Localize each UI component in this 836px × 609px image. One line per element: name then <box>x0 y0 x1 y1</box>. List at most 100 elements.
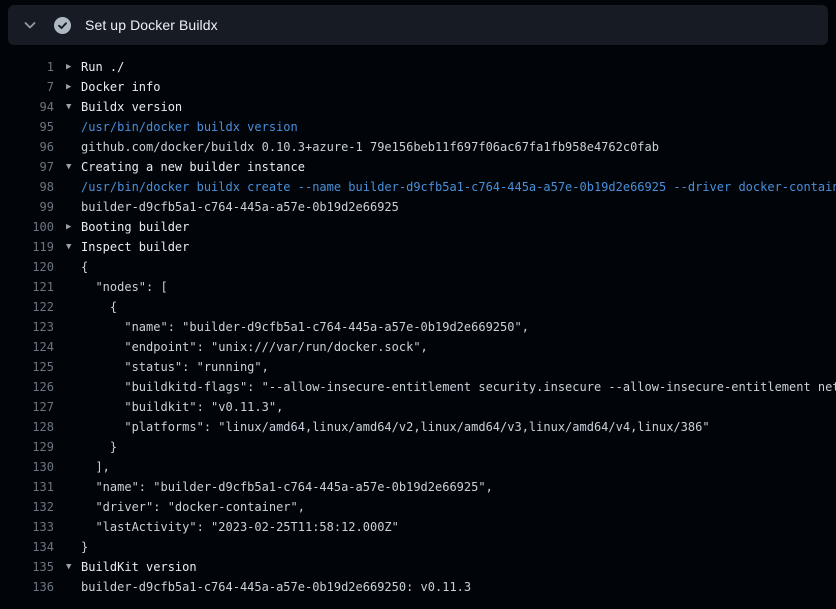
step-title: Set up Docker Buildx <box>85 17 218 33</box>
group-title[interactable]: Inspect builder <box>81 237 189 257</box>
gutter-spacer <box>54 437 81 457</box>
log-line: 128 "platforms": "linux/amd64,linux/amd6… <box>0 417 836 437</box>
output-text: } <box>81 537 88 557</box>
log-line[interactable]: 97▼Creating a new builder instance <box>0 157 836 177</box>
line-number[interactable]: 131 <box>0 477 54 497</box>
line-number[interactable]: 128 <box>0 417 54 437</box>
output-text: "status": "running", <box>81 357 269 377</box>
line-number[interactable]: 124 <box>0 337 54 357</box>
line-number[interactable]: 7 <box>0 77 54 97</box>
gutter-spacer <box>54 277 81 297</box>
line-number[interactable]: 99 <box>0 197 54 217</box>
log-line: 132 "driver": "docker-container", <box>0 497 836 517</box>
output-text: "platforms": "linux/amd64,linux/amd64/v2… <box>81 417 710 437</box>
log-container: 1▶Run ./7▶Docker info94▼Buildx version95… <box>0 45 836 597</box>
group-title[interactable]: Creating a new builder instance <box>81 157 305 177</box>
line-number[interactable]: 121 <box>0 277 54 297</box>
line-number[interactable]: 130 <box>0 457 54 477</box>
group-expanded-icon[interactable]: ▼ <box>54 557 81 577</box>
output-text: { <box>81 297 117 317</box>
log-line: 123 "name": "builder-d9cfb5a1-c764-445a-… <box>0 317 836 337</box>
line-number[interactable]: 1 <box>0 57 54 77</box>
log-line: 127 "buildkit": "v0.11.3", <box>0 397 836 417</box>
gutter-spacer <box>54 317 81 337</box>
output-text: "nodes": [ <box>81 277 168 297</box>
log-line: 99 builder-d9cfb5a1-c764-445a-a57e-0b19d2… <box>0 197 836 217</box>
output-text: builder-d9cfb5a1-c764-445a-a57e-0b19d2e6… <box>81 577 471 597</box>
group-title[interactable]: BuildKit version <box>81 557 197 577</box>
line-number[interactable]: 122 <box>0 297 54 317</box>
log-line[interactable]: 7▶Docker info <box>0 77 836 97</box>
line-number[interactable]: 125 <box>0 357 54 377</box>
line-number[interactable]: 97 <box>0 157 54 177</box>
log-line: 125 "status": "running", <box>0 357 836 377</box>
gutter-spacer <box>54 477 81 497</box>
line-number[interactable]: 100 <box>0 217 54 237</box>
group-expanded-icon[interactable]: ▼ <box>54 157 81 177</box>
group-title[interactable]: Docker info <box>81 77 160 97</box>
output-text: ], <box>81 457 110 477</box>
gutter-spacer <box>54 537 81 557</box>
gutter-spacer <box>54 197 81 217</box>
log-line[interactable]: 1▶Run ./ <box>0 57 836 77</box>
gutter-spacer <box>54 297 81 317</box>
group-collapsed-icon[interactable]: ▶ <box>54 57 81 77</box>
command-text: /usr/bin/docker buildx version <box>81 117 298 137</box>
line-number[interactable]: 133 <box>0 517 54 537</box>
log-line: 136 builder-d9cfb5a1-c764-445a-a57e-0b19d… <box>0 577 836 597</box>
line-number[interactable]: 136 <box>0 577 54 597</box>
line-number[interactable]: 135 <box>0 557 54 577</box>
chevron-down-icon[interactable] <box>22 17 38 33</box>
log-line[interactable]: 135▼BuildKit version <box>0 557 836 577</box>
gutter-spacer <box>54 177 81 197</box>
output-text: "lastActivity": "2023-02-25T11:58:12.000… <box>81 517 399 537</box>
line-number[interactable]: 96 <box>0 137 54 157</box>
gutter-spacer <box>54 377 81 397</box>
log-line: 129 } <box>0 437 836 457</box>
log-line[interactable]: 119▼Inspect builder <box>0 237 836 257</box>
output-text: } <box>81 437 117 457</box>
output-text: "name": "builder-d9cfb5a1-c764-445a-a57e… <box>81 317 529 337</box>
log-line: 124 "endpoint": "unix:///var/run/docker.… <box>0 337 836 357</box>
line-number[interactable]: 123 <box>0 317 54 337</box>
log-line: 120 { <box>0 257 836 277</box>
line-number[interactable]: 120 <box>0 257 54 277</box>
line-number[interactable]: 126 <box>0 377 54 397</box>
line-number[interactable]: 129 <box>0 437 54 457</box>
group-collapsed-icon[interactable]: ▶ <box>54 217 81 237</box>
gutter-spacer <box>54 417 81 437</box>
output-text: "endpoint": "unix:///var/run/docker.sock… <box>81 337 428 357</box>
group-title[interactable]: Buildx version <box>81 97 182 117</box>
output-text: builder-d9cfb5a1-c764-445a-a57e-0b19d2e6… <box>81 197 399 217</box>
line-number[interactable]: 98 <box>0 177 54 197</box>
check-circle-icon <box>54 17 71 34</box>
line-number[interactable]: 119 <box>0 237 54 257</box>
log-line[interactable]: 100▶Booting builder <box>0 217 836 237</box>
gutter-spacer <box>54 397 81 417</box>
command-text: /usr/bin/docker buildx create --name bui… <box>81 177 836 197</box>
log-line: 96 github.com/docker/buildx 0.10.3+azure-… <box>0 137 836 157</box>
log-line[interactable]: 94▼Buildx version <box>0 97 836 117</box>
output-text: github.com/docker/buildx 0.10.3+azure-1 … <box>81 137 659 157</box>
gutter-spacer <box>54 457 81 477</box>
group-expanded-icon[interactable]: ▼ <box>54 237 81 257</box>
log-line: 95/usr/bin/docker buildx version <box>0 117 836 137</box>
log-line: 122 { <box>0 297 836 317</box>
group-collapsed-icon[interactable]: ▶ <box>54 77 81 97</box>
group-title[interactable]: Run ./ <box>81 57 124 77</box>
group-expanded-icon[interactable]: ▼ <box>54 97 81 117</box>
group-title[interactable]: Booting builder <box>81 217 189 237</box>
log-line: 133 "lastActivity": "2023-02-25T11:58:12… <box>0 517 836 537</box>
gutter-spacer <box>54 137 81 157</box>
output-text: { <box>81 257 88 277</box>
line-number[interactable]: 95 <box>0 117 54 137</box>
line-number[interactable]: 94 <box>0 97 54 117</box>
line-number[interactable]: 134 <box>0 537 54 557</box>
step-header[interactable]: Set up Docker Buildx <box>8 5 828 45</box>
gutter-spacer <box>54 117 81 137</box>
log-line: 121 "nodes": [ <box>0 277 836 297</box>
gutter-spacer <box>54 257 81 277</box>
line-number[interactable]: 127 <box>0 397 54 417</box>
line-number[interactable]: 132 <box>0 497 54 517</box>
gutter-spacer <box>54 357 81 377</box>
